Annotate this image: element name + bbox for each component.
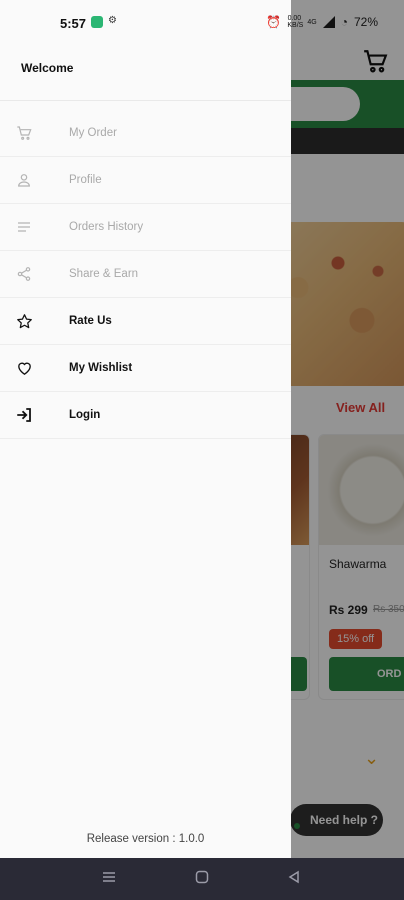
menu-item-login[interactable]: Login (0, 392, 291, 439)
home-icon[interactable] (195, 870, 209, 884)
menu-label: Profile (69, 174, 102, 186)
drawer-menu: My Order Profile Orders History Share & … (0, 110, 291, 439)
menu-item-profile[interactable]: Profile (0, 157, 291, 204)
share-icon (15, 265, 33, 283)
person-icon (15, 171, 33, 189)
menu-label: My Order (69, 127, 117, 139)
menu-item-my-wishlist[interactable]: My Wishlist (0, 345, 291, 392)
menu-item-orders-history[interactable]: Orders History (0, 204, 291, 251)
notification-app-icon (91, 16, 103, 28)
status-bar: 5:57 ⚙ ⏰ 0.00 KB/S 4G ◔ 72% (0, 0, 404, 44)
system-nav-bar (0, 858, 404, 900)
login-icon (15, 406, 33, 424)
welcome-text: Welcome (21, 61, 74, 75)
menu-item-my-order[interactable]: My Order (0, 110, 291, 157)
menu-label: My Wishlist (69, 362, 133, 374)
heart-icon (15, 359, 33, 377)
notification-icon: ⚙ (108, 15, 117, 26)
status-icons: ⏰ 0.00 KB/S 4G ◔ 72% (266, 15, 378, 29)
cart-icon (15, 124, 33, 142)
menu-icon[interactable] (102, 870, 116, 884)
battery-percent: 72% (353, 15, 378, 29)
menu-label: Orders History (69, 221, 144, 233)
menu-item-share-earn[interactable]: Share & Earn (0, 251, 291, 298)
battery-icon: ◔ (340, 15, 348, 29)
menu-label: Rate Us (69, 315, 112, 327)
menu-item-rate-us[interactable]: Rate Us (0, 298, 291, 345)
star-icon (15, 312, 33, 330)
network-speed: 0.00 KB/S (287, 15, 304, 29)
sim-label: 4G (307, 18, 317, 26)
menu-label: Login (69, 409, 101, 421)
alarm-icon: ⏰ (266, 15, 282, 29)
menu-label: Share & Earn (69, 268, 139, 280)
screen: View All Shawarma Rs 299 Rs 350 15% off … (0, 0, 404, 900)
back-icon[interactable] (287, 870, 301, 884)
status-time: 5:57 (60, 16, 87, 31)
list-icon (15, 218, 33, 236)
signal-icon (322, 16, 335, 28)
release-version: Release version : 1.0.0 (86, 833, 205, 845)
navigation-drawer: Welcome My Order Profile Orders History (0, 0, 291, 858)
